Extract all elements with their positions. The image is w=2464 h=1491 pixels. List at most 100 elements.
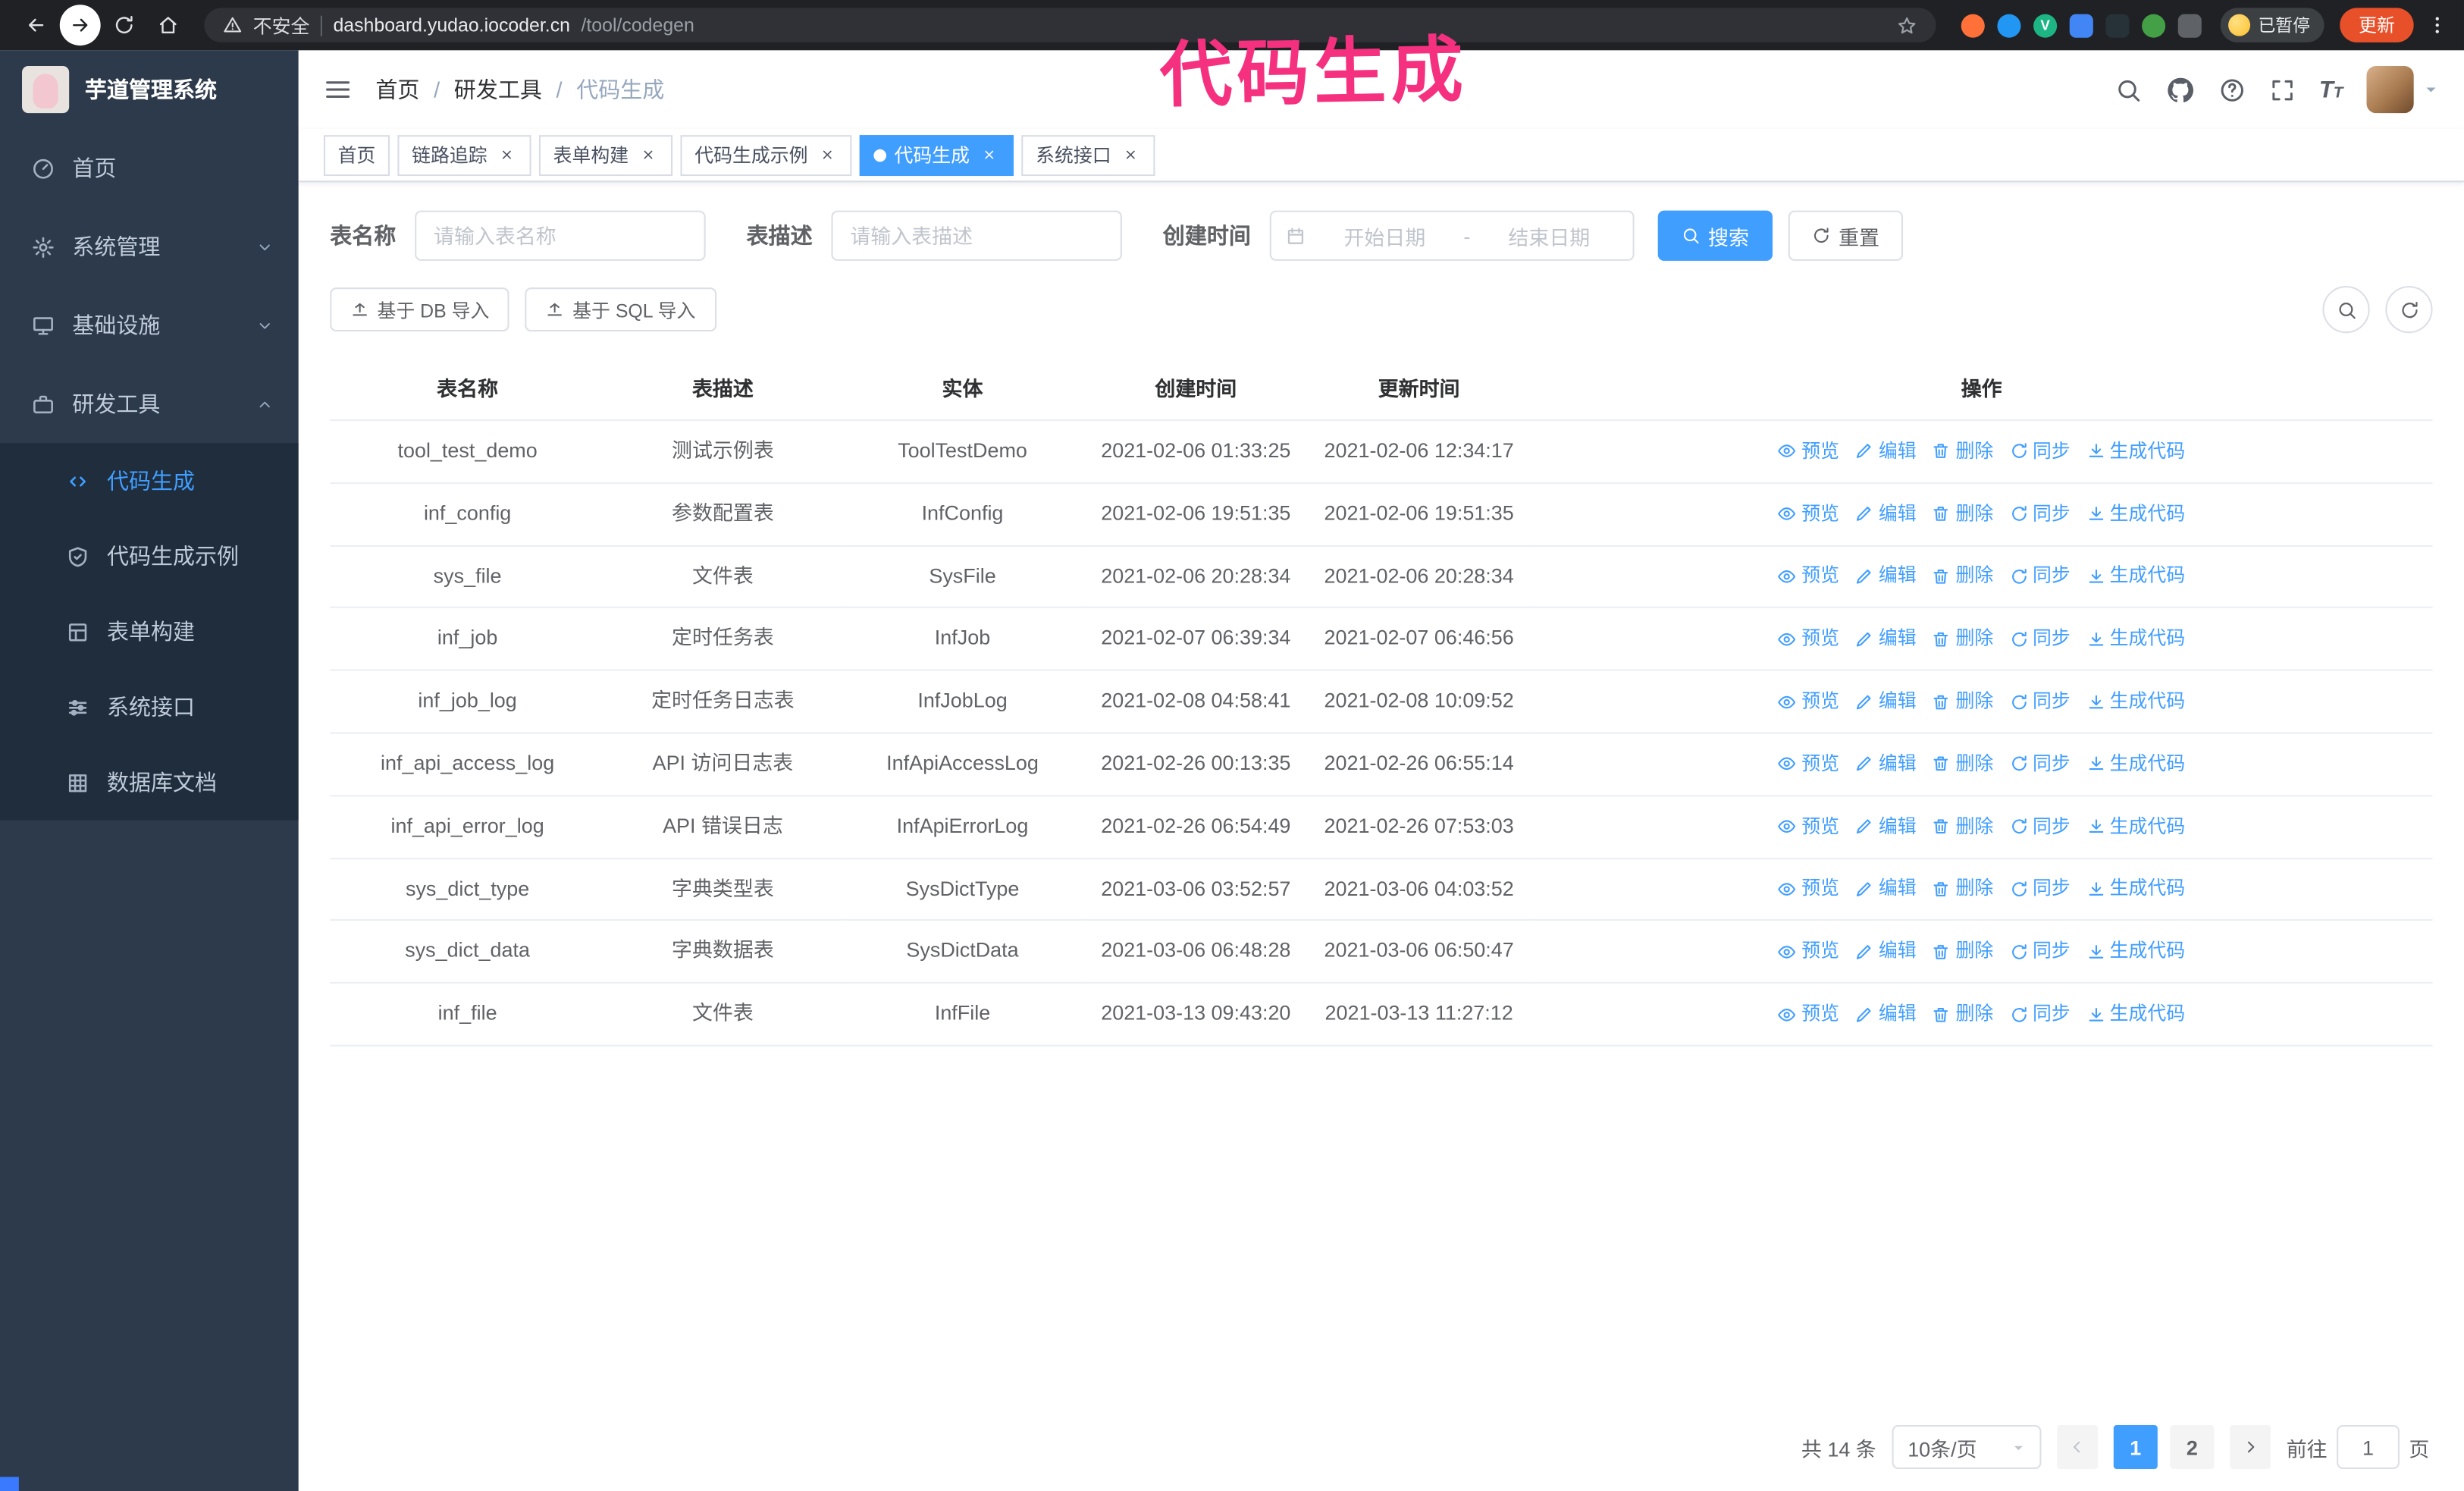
edit-link[interactable]: 编辑: [1855, 749, 1917, 780]
sidebar-item[interactable]: 基础设施: [0, 286, 299, 365]
tag[interactable]: 表单构建: [539, 134, 673, 175]
preview-link[interactable]: 预览: [1778, 499, 1839, 529]
date-range-picker[interactable]: 开始日期 - 结束日期: [1269, 210, 1635, 261]
edit-link[interactable]: 编辑: [1855, 874, 1917, 905]
edit-link[interactable]: 编辑: [1855, 686, 1917, 717]
sync-link[interactable]: 同步: [2009, 937, 2071, 967]
sidebar-subitem[interactable]: 代码生成: [0, 443, 299, 518]
font-size-icon[interactable]: TT: [2319, 78, 2343, 102]
github-icon[interactable]: [2165, 74, 2195, 104]
sync-link[interactable]: 同步: [2009, 1000, 2071, 1030]
generate-code-link[interactable]: 生成代码: [2086, 749, 2185, 780]
tag-close-icon[interactable]: [816, 144, 838, 166]
delete-link[interactable]: 删除: [1932, 937, 1993, 967]
next-page-button[interactable]: [2230, 1425, 2271, 1470]
generate-code-link[interactable]: 生成代码: [2086, 686, 2185, 717]
reload-button[interactable]: [104, 5, 145, 46]
import-db-button[interactable]: 基于 DB 导入: [330, 287, 510, 332]
generate-code-link[interactable]: 生成代码: [2086, 1000, 2185, 1030]
tag[interactable]: 代码生成: [859, 134, 1014, 175]
delete-link[interactable]: 删除: [1932, 686, 1993, 717]
forward-button[interactable]: [59, 5, 101, 46]
extension-icon[interactable]: [2069, 13, 2093, 37]
refresh-table-button[interactable]: [2385, 286, 2433, 334]
breadcrumb-home[interactable]: 首页: [375, 74, 419, 105]
address-bar[interactable]: 不安全 dashboard.yudao.iocoder.cn/tool/code…: [204, 8, 1936, 42]
edit-link[interactable]: 编辑: [1855, 811, 1917, 842]
search-button[interactable]: 搜索: [1657, 210, 1773, 261]
extension-icon[interactable]: V: [2033, 13, 2058, 37]
edit-link[interactable]: 编辑: [1855, 499, 1917, 529]
delete-link[interactable]: 删除: [1932, 874, 1993, 905]
edit-link[interactable]: 编辑: [1855, 624, 1917, 654]
avatar-dropdown[interactable]: [2366, 66, 2438, 114]
generate-code-link[interactable]: 生成代码: [2086, 937, 2185, 967]
extension-icon[interactable]: [1997, 13, 2021, 37]
tag[interactable]: 首页: [323, 134, 390, 175]
extension-icon[interactable]: [2177, 13, 2202, 37]
breadcrumb-tools[interactable]: 研发工具: [454, 74, 542, 105]
sidebar-subitem[interactable]: 数据库文档: [0, 745, 299, 820]
tag-close-icon[interactable]: [637, 144, 659, 166]
paused-badge[interactable]: 已暂停: [2220, 8, 2324, 42]
sidebar-subitem[interactable]: 代码生成示例: [0, 519, 299, 594]
generate-code-link[interactable]: 生成代码: [2086, 624, 2185, 654]
tag[interactable]: 代码生成示例: [680, 134, 852, 175]
generate-code-link[interactable]: 生成代码: [2086, 437, 2185, 467]
edit-link[interactable]: 编辑: [1855, 561, 1917, 592]
home-button[interactable]: [148, 5, 189, 46]
preview-link[interactable]: 预览: [1778, 437, 1839, 467]
tag-close-icon[interactable]: [495, 144, 517, 166]
help-icon[interactable]: [2218, 76, 2245, 102]
app-logo[interactable]: 芋道管理系统: [0, 50, 299, 129]
edit-link[interactable]: 编辑: [1855, 437, 1917, 467]
preview-link[interactable]: 预览: [1778, 937, 1839, 967]
sync-link[interactable]: 同步: [2009, 437, 2071, 467]
update-button[interactable]: 更新: [2340, 8, 2414, 42]
preview-link[interactable]: 预览: [1778, 624, 1839, 654]
reset-button[interactable]: 重置: [1788, 210, 1904, 261]
delete-link[interactable]: 删除: [1932, 437, 1993, 467]
sync-link[interactable]: 同步: [2009, 561, 2071, 592]
delete-link[interactable]: 删除: [1932, 749, 1993, 780]
sync-link[interactable]: 同步: [2009, 686, 2071, 717]
sync-link[interactable]: 同步: [2009, 624, 2071, 654]
preview-link[interactable]: 预览: [1778, 749, 1839, 780]
sidebar-item[interactable]: 研发工具: [0, 365, 299, 444]
sync-link[interactable]: 同步: [2009, 499, 2071, 529]
edit-link[interactable]: 编辑: [1855, 1000, 1917, 1030]
extension-icon[interactable]: [1961, 13, 1985, 37]
delete-link[interactable]: 删除: [1932, 811, 1993, 842]
table-name-input[interactable]: [415, 210, 706, 261]
sidebar-subitem[interactable]: 系统接口: [0, 670, 299, 745]
goto-page-input[interactable]: [2337, 1425, 2400, 1470]
prev-page-button[interactable]: [2057, 1425, 2098, 1470]
preview-link[interactable]: 预览: [1778, 686, 1839, 717]
sync-link[interactable]: 同步: [2009, 811, 2071, 842]
sidebar-item[interactable]: 首页: [0, 129, 299, 208]
tag-close-icon[interactable]: [1119, 144, 1141, 166]
table-desc-input[interactable]: [831, 210, 1122, 261]
import-sql-button[interactable]: 基于 SQL 导入: [525, 287, 716, 332]
preview-link[interactable]: 预览: [1778, 1000, 1839, 1030]
preview-link[interactable]: 预览: [1778, 561, 1839, 592]
extension-icon[interactable]: [2142, 13, 2166, 37]
hamburger-icon[interactable]: [324, 75, 352, 103]
sidebar-item[interactable]: 系统管理: [0, 207, 299, 286]
generate-code-link[interactable]: 生成代码: [2086, 811, 2185, 842]
generate-code-link[interactable]: 生成代码: [2086, 561, 2185, 592]
page-number-button[interactable]: 2: [2170, 1425, 2215, 1470]
preview-link[interactable]: 预览: [1778, 874, 1839, 905]
search-icon[interactable]: [2114, 76, 2141, 102]
sync-link[interactable]: 同步: [2009, 749, 2071, 780]
generate-code-link[interactable]: 生成代码: [2086, 874, 2185, 905]
sync-link[interactable]: 同步: [2009, 874, 2071, 905]
browser-menu-icon[interactable]: [2426, 14, 2448, 36]
back-button[interactable]: [16, 5, 57, 46]
sidebar-subitem[interactable]: 表单构建: [0, 594, 299, 669]
tag[interactable]: 系统接口: [1021, 134, 1155, 175]
bookmark-star-icon[interactable]: [1897, 15, 1917, 36]
page-number-button[interactable]: 1: [2113, 1425, 2158, 1470]
tag[interactable]: 链路追踪: [397, 134, 531, 175]
delete-link[interactable]: 删除: [1932, 561, 1993, 592]
